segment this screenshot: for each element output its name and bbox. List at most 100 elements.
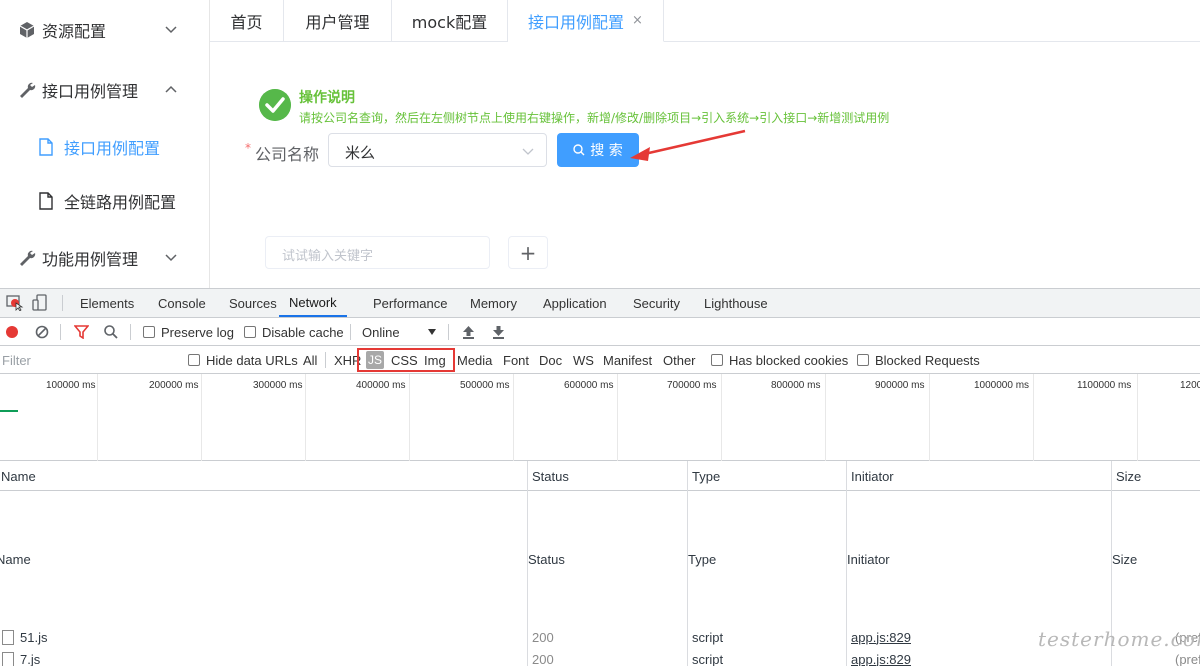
- inspect-element-icon[interactable]: [6, 295, 24, 311]
- sidebar: 资源配置 接口用例管理 接口用例配置 全链路用例配置 功能用例管理: [0, 0, 210, 288]
- cell-status: 200: [532, 629, 554, 645]
- throttle-value: Online: [362, 324, 400, 340]
- timeline-request-bar: [0, 410, 18, 412]
- menu-item-resource-config[interactable]: 资源配置: [0, 8, 210, 52]
- devtools-tab-lighthouse[interactable]: Lighthouse: [704, 289, 768, 317]
- separator: [62, 295, 63, 311]
- cell-status: 200: [532, 651, 554, 666]
- add-node-button[interactable]: +: [508, 236, 548, 269]
- grid-line: [617, 374, 618, 461]
- separator: [130, 324, 131, 340]
- menu-item-label: 接口用例管理: [42, 82, 139, 101]
- search-icon[interactable]: [104, 325, 118, 339]
- cell-type: script: [692, 651, 724, 666]
- devtools-tab-application[interactable]: Application: [543, 289, 607, 317]
- wrench-icon: [20, 82, 36, 98]
- timeline-tick: 200000 ms: [149, 380, 199, 391]
- devtools-tab-sources[interactable]: Sources: [229, 289, 277, 317]
- annotation-arrow-icon: [630, 129, 746, 161]
- column-header-size[interactable]: Size: [1116, 461, 1141, 491]
- device-toolbar-icon[interactable]: [32, 294, 48, 312]
- grid-line: [97, 374, 98, 461]
- devtools-tab-network[interactable]: Network: [279, 289, 347, 317]
- filter-type-other[interactable]: Other: [663, 346, 696, 374]
- instructions-description: 请按公司名查询，然后在左侧树节点上使用右键操作，新增/修改/删除项目→引入系统→…: [299, 111, 890, 125]
- file-icon: [2, 629, 14, 645]
- devtools-tab-label: Console: [158, 295, 206, 311]
- file-icon: [2, 651, 14, 666]
- disable-cache-checkbox[interactable]: Disable cache: [244, 318, 344, 346]
- sidebar-item-api-case-config[interactable]: 接口用例配置: [0, 127, 210, 167]
- devtools-tab-elements[interactable]: Elements: [80, 289, 134, 317]
- devtools-tab-label: Network: [289, 294, 337, 310]
- checkbox-box: [244, 326, 256, 338]
- table-row[interactable]: 7.js 200 script app.js:829 (pref: [0, 648, 1200, 666]
- devtools-tab-console[interactable]: Console: [158, 289, 206, 317]
- timeline-tick: 1200: [1180, 380, 1200, 391]
- screen: 资源配置 接口用例管理 接口用例配置 全链路用例配置 功能用例管理 首页 用户管…: [0, 0, 1200, 666]
- export-har-icon[interactable]: [492, 325, 505, 339]
- devtools-tab-performance[interactable]: Performance: [373, 289, 447, 317]
- filter-type-doc[interactable]: Doc: [539, 346, 562, 374]
- tab-label: 首页: [230, 13, 263, 32]
- menu-item-function-case-management[interactable]: 功能用例管理: [0, 236, 210, 280]
- dropdown-arrow-icon: [428, 329, 436, 335]
- tab-mock-config[interactable]: mock配置: [392, 0, 508, 42]
- timeline-tick: 400000 ms: [356, 380, 406, 391]
- filter-input[interactable]: Filter: [2, 346, 31, 374]
- company-select[interactable]: 米么: [328, 133, 547, 167]
- watermark: testerhome.com: [1038, 627, 1200, 651]
- sidebar-item-label: 全链路用例配置: [64, 193, 177, 212]
- cell-initiator[interactable]: app.js:829: [851, 648, 911, 666]
- grid-line: [721, 374, 722, 461]
- timeline-tick: 1100000 ms: [1077, 380, 1132, 391]
- preserve-log-checkbox[interactable]: Preserve log: [143, 318, 234, 346]
- checkbox-label: Disable cache: [262, 324, 344, 340]
- timeline-tick: 600000 ms: [564, 380, 614, 391]
- column-header-initiator[interactable]: Initiator: [851, 461, 894, 491]
- filter-type-media[interactable]: Media: [457, 346, 492, 374]
- search-icon: [573, 144, 585, 156]
- tab-home[interactable]: 首页: [210, 0, 284, 42]
- devtools-tab-memory[interactable]: Memory: [470, 289, 517, 317]
- filter-type-manifest[interactable]: Manifest: [603, 346, 652, 374]
- keyword-placeholder: 试试输入关键字: [282, 249, 374, 264]
- table-row[interactable]: 51.js 200 script app.js:829 (pref: [0, 626, 1200, 648]
- grid-line: [201, 374, 202, 461]
- devtools-tab-security[interactable]: Security: [633, 289, 680, 317]
- filter-type-all[interactable]: All: [303, 346, 317, 374]
- has-blocked-cookies-checkbox[interactable]: Has blocked cookies: [711, 346, 848, 374]
- menu-item-label: 资源配置: [42, 22, 107, 41]
- file-icon: [39, 192, 53, 210]
- record-icon[interactable]: [5, 325, 19, 339]
- filter-type-ws[interactable]: WS: [573, 346, 594, 374]
- cell-initiator[interactable]: app.js:829: [851, 626, 911, 648]
- tab-user-management[interactable]: 用户管理: [284, 0, 392, 42]
- filter-type-font[interactable]: Font: [503, 346, 529, 374]
- tab-api-case-config[interactable]: 接口用例配置 ×: [508, 0, 664, 42]
- throttle-select[interactable]: Online: [362, 318, 440, 346]
- hide-data-urls-checkbox[interactable]: Hide data URLs: [188, 346, 298, 374]
- column-header-type[interactable]: Type: [692, 461, 720, 491]
- checkbox-label: Blocked Requests: [875, 352, 980, 368]
- column-header-status[interactable]: Status: [532, 461, 569, 491]
- column-header-size-duplicate: Size: [1112, 552, 1138, 567]
- devtools-tab-label: Lighthouse: [704, 295, 768, 311]
- devtools-tab-label: Performance: [373, 295, 448, 311]
- import-har-icon[interactable]: [462, 325, 475, 339]
- keyword-input[interactable]: 试试输入关键字: [265, 236, 490, 269]
- close-icon[interactable]: ×: [632, 13, 643, 28]
- blocked-requests-checkbox[interactable]: Blocked Requests: [857, 346, 980, 374]
- sidebar-item-full-chain-case-config[interactable]: 全链路用例配置: [0, 181, 210, 221]
- company-select-value: 米么: [345, 144, 376, 162]
- column-header-name[interactable]: Name: [1, 461, 36, 491]
- company-label-text: 公司名称: [255, 145, 320, 164]
- filter-icon[interactable]: [74, 325, 89, 339]
- checkbox-box: [143, 326, 155, 338]
- grid-line: [305, 374, 306, 461]
- timeline-tick: 1000000 ms: [974, 380, 1030, 391]
- clear-icon[interactable]: [35, 325, 49, 339]
- menu-item-api-case-management[interactable]: 接口用例管理: [0, 68, 210, 112]
- devtools-panel: Elements Console Sources Network Perform…: [0, 288, 1200, 666]
- sidebar-item-label: 接口用例配置: [64, 139, 161, 158]
